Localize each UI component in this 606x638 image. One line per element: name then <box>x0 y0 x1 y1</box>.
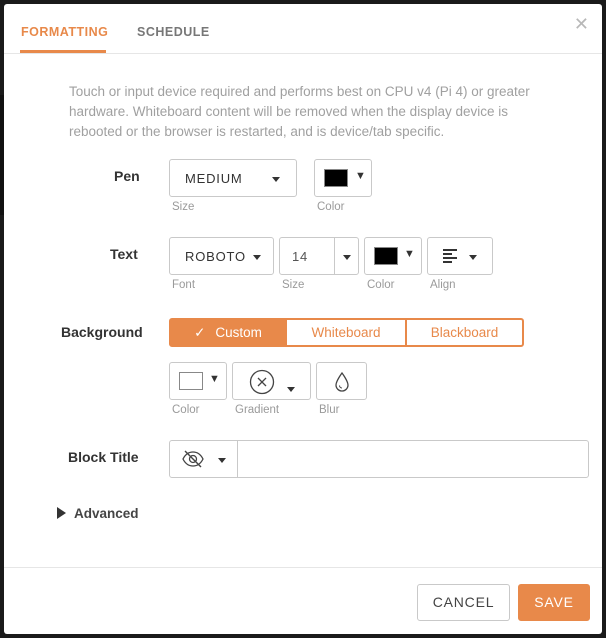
eye-slash-icon <box>182 450 204 468</box>
divider <box>237 441 238 477</box>
pen-color-swatch <box>324 169 348 187</box>
text-font-caption: Font <box>172 279 196 291</box>
block-title-input[interactable] <box>240 443 580 475</box>
text-color-swatch <box>374 247 398 265</box>
cancel-button[interactable]: CANCEL <box>417 584 510 621</box>
pen-size-caption: Size <box>172 201 195 213</box>
text-font-select[interactable]: ROBOTO <box>169 237 274 275</box>
background-gradient-caption: Gradient <box>235 404 280 416</box>
chevron-down-icon <box>253 255 261 260</box>
text-size-value: 14 <box>292 249 309 264</box>
caret-down-icon: ▼ <box>404 248 415 260</box>
pen-color-picker[interactable]: ▼ <box>314 159 372 197</box>
check-icon: ✓ <box>194 325 206 340</box>
save-button[interactable]: SAVE <box>518 584 590 621</box>
background-label: Background <box>61 324 143 340</box>
block-title-field <box>169 440 589 478</box>
caret-down-icon: ▼ <box>209 373 220 385</box>
pen-size-select[interactable]: MEDIUM <box>169 159 297 197</box>
block-title-visibility-toggle[interactable] <box>170 441 237 477</box>
pen-size-value: MEDIUM <box>185 171 243 186</box>
chevron-down-icon <box>218 458 226 463</box>
background-blur-button[interactable] <box>316 362 367 400</box>
text-color-caption: Color <box>367 279 395 291</box>
footer-divider <box>4 567 602 568</box>
text-font-value: ROBOTO <box>185 249 246 264</box>
pen-label: Pen <box>114 168 140 184</box>
align-left-icon <box>443 249 457 263</box>
advanced-toggle[interactable]: Advanced <box>57 506 139 521</box>
background-gradient-select[interactable] <box>232 362 311 400</box>
background-option-whiteboard-label: Whiteboard <box>311 325 381 340</box>
tab-schedule[interactable]: SCHEDULE <box>137 25 210 39</box>
formatting-dialog: FORMATTING SCHEDULE ✕ Touch or input dev… <box>4 4 602 634</box>
block-title-label: Block Title <box>68 449 139 465</box>
triangle-right-icon <box>57 507 66 519</box>
text-align-select[interactable] <box>427 237 493 275</box>
text-size-caption: Size <box>282 279 305 291</box>
droplet-icon <box>335 372 349 392</box>
background-color-caption: Color <box>172 404 200 416</box>
background-option-blackboard[interactable]: Blackboard <box>405 318 524 347</box>
divider <box>334 238 335 274</box>
text-color-picker[interactable]: ▼ <box>364 237 422 275</box>
background-color-swatch <box>179 372 203 390</box>
close-icon[interactable]: ✕ <box>574 15 589 33</box>
advanced-label: Advanced <box>74 506 139 521</box>
background-option-custom-label: Custom <box>215 325 262 340</box>
intro-text: Touch or input device required and perfo… <box>69 84 530 139</box>
text-align-caption: Align <box>430 279 456 291</box>
tab-bar: FORMATTING SCHEDULE <box>4 4 602 54</box>
text-label: Text <box>110 246 138 262</box>
chevron-down-icon <box>287 387 295 392</box>
background-option-whiteboard[interactable]: Whiteboard <box>285 318 407 347</box>
text-size-select[interactable]: 14 <box>279 237 359 275</box>
chevron-down-icon <box>469 255 477 260</box>
no-gradient-icon <box>249 369 275 395</box>
active-tab-indicator <box>20 50 106 53</box>
background-option-custom[interactable]: ✓ Custom <box>169 318 287 347</box>
caret-down-icon: ▼ <box>355 170 366 182</box>
background-color-picker[interactable]: ▼ <box>169 362 227 400</box>
chevron-down-icon <box>272 177 280 182</box>
background-blur-caption: Blur <box>319 404 340 416</box>
chevron-down-icon <box>343 255 351 260</box>
background-option-blackboard-label: Blackboard <box>430 325 499 340</box>
pen-color-caption: Color <box>317 201 345 213</box>
tab-formatting[interactable]: FORMATTING <box>21 25 108 39</box>
